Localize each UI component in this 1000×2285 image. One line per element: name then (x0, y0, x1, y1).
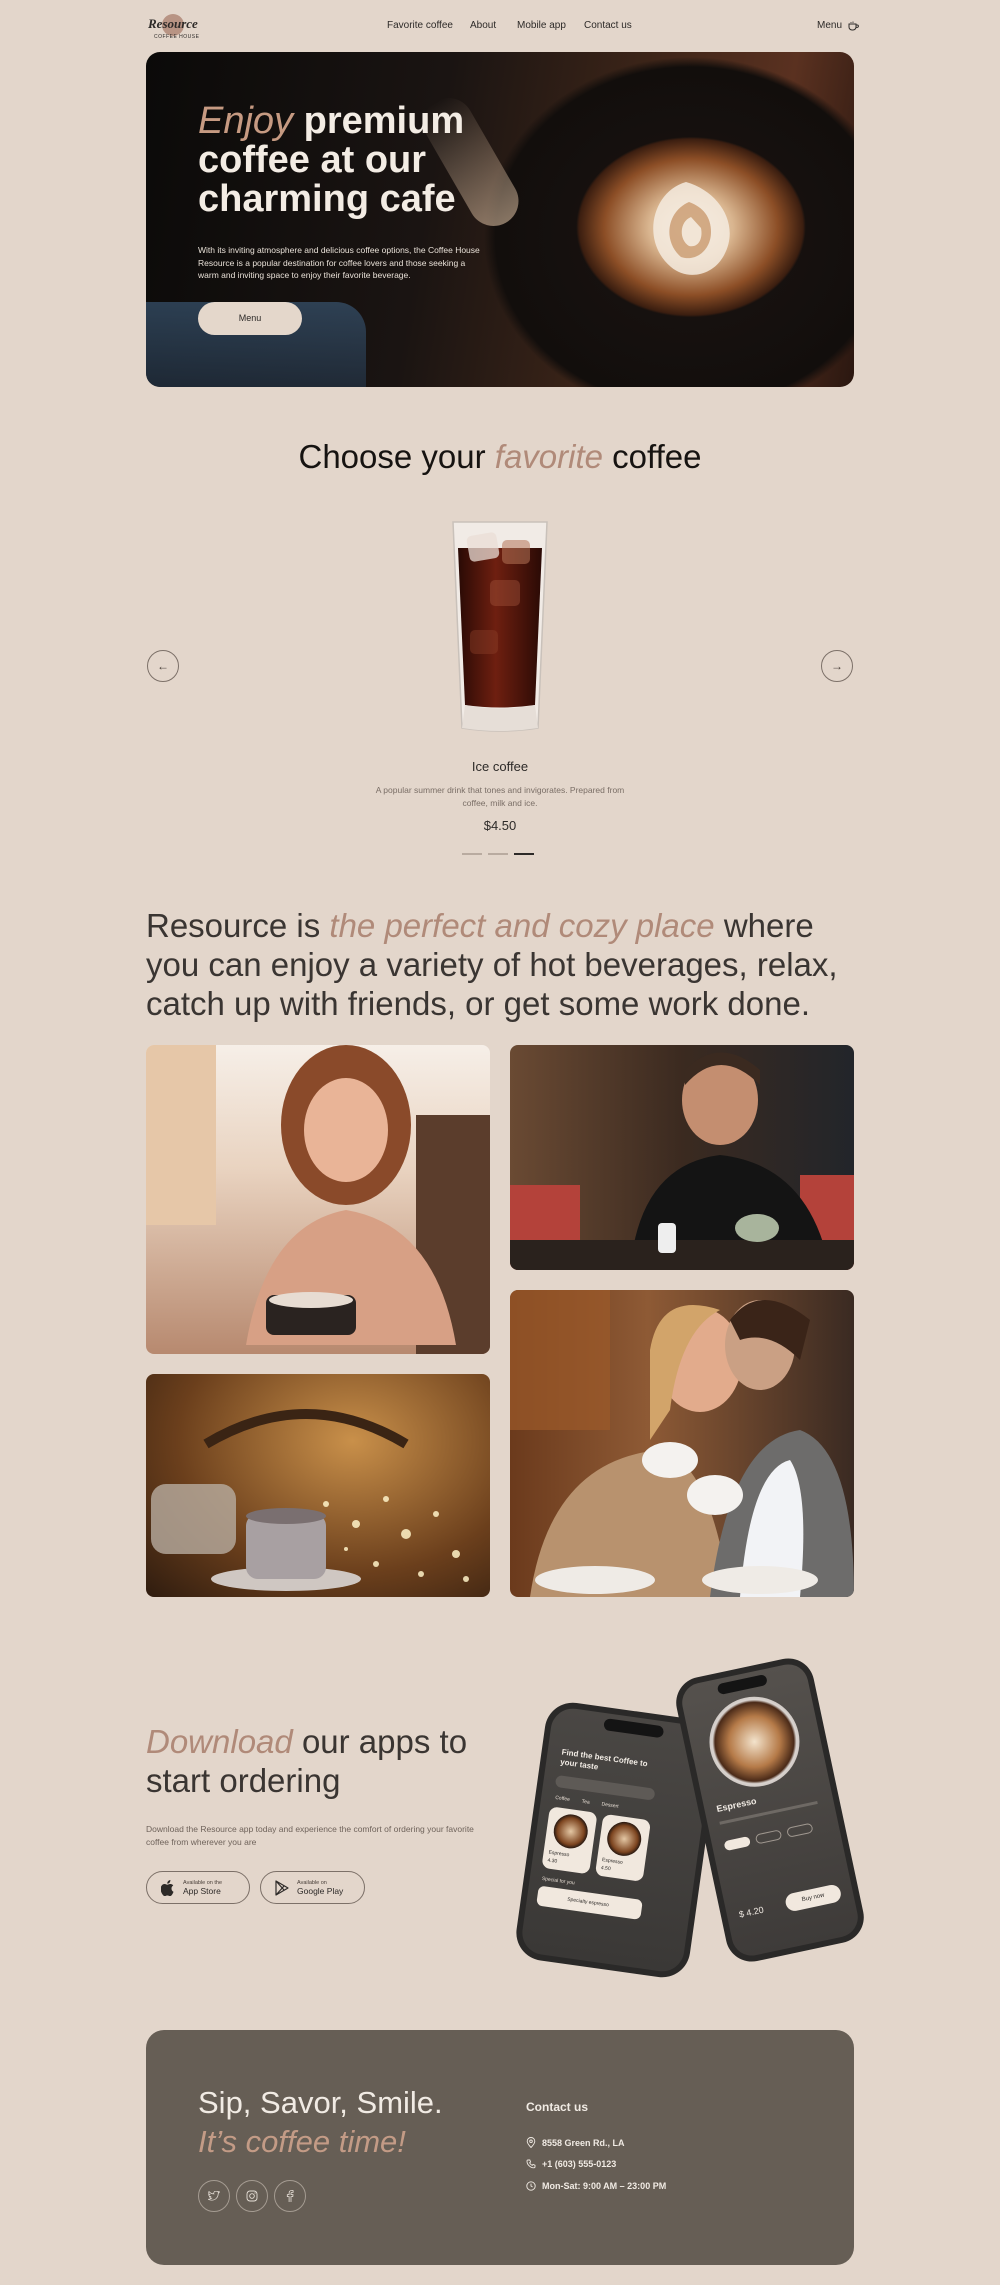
footer-slogan-line1: Sip, Savor, Smile. (198, 2085, 443, 2120)
phone-notch (716, 1673, 768, 1696)
instagram-icon (246, 2190, 258, 2202)
contact-hours: Mon-Sat: 9:00 AM – 23:00 PM (526, 2181, 666, 2191)
logo-subtitle: COFFEE HOUSE (154, 34, 200, 40)
facebook-icon (286, 2190, 294, 2202)
phone-left-card: Espresso 4.50 (594, 1813, 652, 1882)
contact-hours-text: Mon-Sat: 9:00 AM – 23:00 PM (542, 2181, 667, 2191)
app-store-small: Available on the (183, 1879, 223, 1886)
footer-slogan: Sip, Savor, Smile. It’s coffee time! (198, 2083, 443, 2161)
google-play-icon (275, 1879, 289, 1896)
favorites-title: Choose your favorite coffee (0, 438, 1000, 476)
photo-couple-coffee (510, 1290, 854, 1597)
contact-address-text: 8558 Green Rd., LA (542, 2137, 625, 2148)
hero-description: With its inviting atmosphere and delicio… (198, 245, 480, 280)
nav-mobile-app[interactable]: Mobile app (517, 20, 566, 31)
twitter-link[interactable] (198, 2180, 230, 2212)
espresso-cup-image (551, 1812, 590, 1851)
hero-title: Enjoy premium coffee at our charming caf… (198, 102, 528, 219)
logo[interactable]: Resource COFFEE HOUSE (148, 14, 204, 40)
nav-favorite-coffee[interactable]: Favorite coffee (387, 20, 453, 31)
footer: Sip, Savor, Smile. It’s coffee time! Con… (146, 2030, 854, 2265)
phone-left-special: Special for you (541, 1875, 576, 1887)
location-pin-icon (526, 2137, 536, 2148)
phone-right-name: Espresso (715, 1795, 758, 1814)
arrow-left-icon: ← (157, 659, 169, 673)
apps-title-em: Download (146, 1723, 293, 1760)
latte-art-image (653, 182, 730, 275)
phone-tab: Dessert (601, 1801, 619, 1810)
instagram-link[interactable] (236, 2180, 268, 2212)
phone-notch (603, 1718, 665, 1739)
product-description: A popular summer drink that tones and in… (375, 785, 625, 808)
contact-phone[interactable]: +1 (603) 555-0123 (526, 2159, 616, 2169)
slider-pagination (462, 853, 534, 855)
google-play-text: Available on Google Play (297, 1880, 343, 1896)
nav-contact-us[interactable]: Contact us (584, 20, 632, 31)
about-text-before: Resource is (146, 907, 321, 944)
slider-dot-active[interactable] (514, 853, 534, 855)
photo-cup-lights (146, 1374, 490, 1597)
phone-left-heading: Find the best Coffee to your taste (559, 1747, 649, 1772)
menu-button[interactable]: Menu (817, 20, 859, 31)
google-play-big: Google Play (297, 1885, 344, 1896)
photo-man-coffee (510, 1045, 854, 1270)
hero-title-em: Enjoy (198, 100, 294, 142)
phone-left-special-item: Specialty espresso (536, 1885, 643, 1920)
ice-coffee-image (452, 521, 548, 732)
facebook-link[interactable] (274, 2180, 306, 2212)
twitter-icon (208, 2191, 220, 2201)
phone-tab: Coffee (554, 1794, 571, 1803)
favorites-title-em: favorite (494, 438, 603, 475)
espresso-cup-image (605, 1819, 644, 1859)
coffee-cup-icon (848, 21, 859, 30)
app-store-big: App Store (183, 1885, 221, 1896)
phone-right-price: $ 4.20 (738, 1904, 765, 1920)
slider-dot[interactable] (488, 853, 508, 855)
hero-menu-button[interactable]: Menu (198, 302, 302, 335)
menu-label: Menu (817, 20, 843, 31)
favorites-title-after: coffee (612, 438, 702, 475)
espresso-detail-image (701, 1688, 808, 1796)
phone-tab: Tea (581, 1798, 591, 1806)
arrow-right-icon: → (831, 659, 843, 673)
phone-right-screen: Espresso $ 4.20 Buy now (678, 1660, 862, 1960)
app-store-text: Available on the App Store (183, 1880, 222, 1896)
about-text-em: the perfect and cozy place (329, 907, 715, 944)
google-play-button[interactable]: Available on Google Play (260, 1871, 365, 1904)
phone-right-buy-button: Buy now (783, 1883, 843, 1913)
slider-prev-button[interactable]: ← (147, 650, 179, 682)
apps-description: Download the Resource app today and expe… (146, 1824, 474, 1847)
slider-next-button[interactable]: → (821, 650, 853, 682)
nav-about[interactable]: About (470, 20, 496, 31)
phone-option-chip (754, 1829, 783, 1845)
photo-woman-coffee (146, 1045, 490, 1354)
phone-icon (526, 2159, 536, 2169)
phone-option-chip (723, 1835, 752, 1852)
app-store-button[interactable]: Available on the App Store (146, 1871, 250, 1904)
phone-mockup-right: Espresso $ 4.20 Buy now (671, 1653, 869, 1967)
contact-address[interactable]: 8558 Green Rd., LA (526, 2137, 625, 2148)
slider-dot[interactable] (462, 853, 482, 855)
phone-right-options (723, 1822, 814, 1852)
phone-option-chip (786, 1822, 814, 1838)
logo-text: Resource (148, 16, 198, 31)
phone-left-card: Espresso 4.30 (541, 1806, 598, 1875)
apple-icon (161, 1879, 174, 1896)
favorites-title-before: Choose your (298, 438, 486, 475)
apps-title: Download our apps to start ordering (146, 1722, 486, 1800)
contact-phone-text: +1 (603) 555-0123 (542, 2159, 617, 2169)
about-text: Resource is the perfect and cozy place w… (146, 906, 866, 1023)
product-price: $4.50 (483, 818, 517, 833)
clock-icon (526, 2181, 536, 2191)
contact-title: Contact us (526, 2100, 589, 2114)
footer-slogan-line2: It’s coffee time! (198, 2124, 406, 2159)
product-name: Ice coffee (471, 759, 529, 774)
hero-banner: Enjoy premium coffee at our charming caf… (146, 52, 854, 387)
